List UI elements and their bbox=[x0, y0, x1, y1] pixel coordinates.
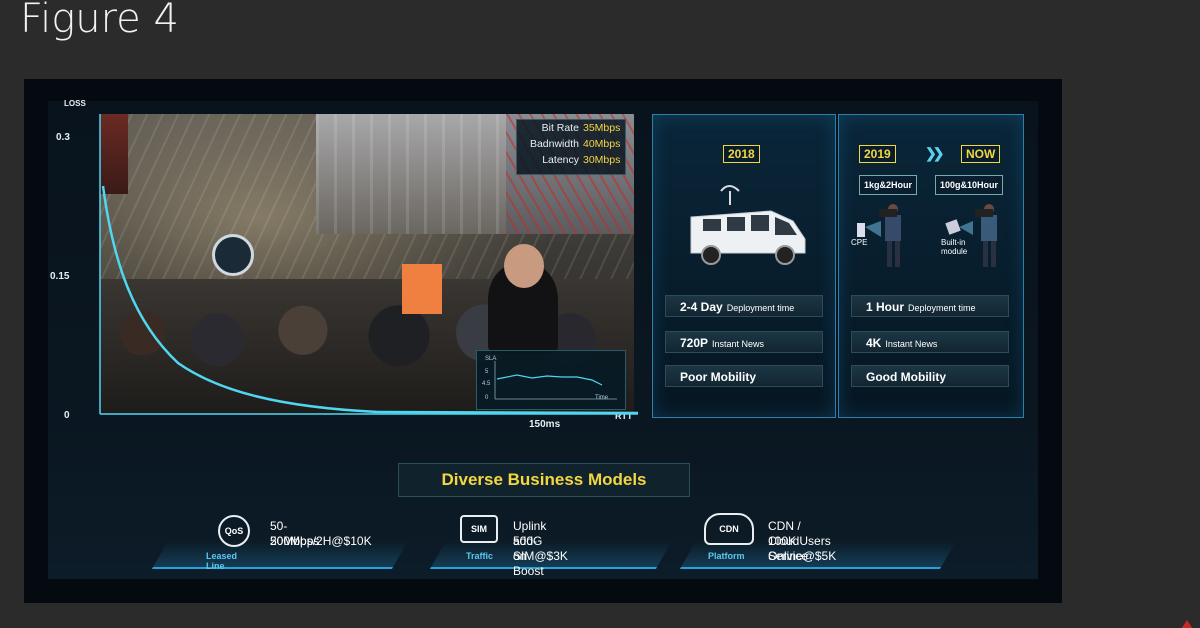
slide-content: LOSS 0.3 0.15 0 RTT 150ms Bit Rate 35Mbps… bbox=[48, 99, 1038, 579]
camera-operators-icon bbox=[857, 204, 997, 267]
metric-label: Bit Rate bbox=[541, 122, 579, 134]
row-sub: Instant News bbox=[885, 339, 938, 349]
metric-value: 40Mbps bbox=[583, 138, 621, 150]
row-deploy-now: 1 Hour Deployment time bbox=[851, 295, 1009, 317]
row-deploy-2018: 2-4 Day Deployment time bbox=[665, 295, 823, 317]
year-2019-badge: 2019 bbox=[859, 145, 896, 163]
sla-overlay: SLA 5 4.5 0 Time bbox=[476, 350, 626, 410]
year-now-badge: NOW bbox=[961, 145, 1001, 163]
row-main: 1 Hour bbox=[866, 300, 905, 314]
brand-logo-fragment bbox=[1181, 620, 1193, 628]
business-caption: Traffic bbox=[466, 551, 494, 561]
row-sub: Deployment time bbox=[726, 303, 795, 313]
row-main: Poor Mobility bbox=[680, 370, 756, 384]
broadcast-van-icon bbox=[690, 185, 806, 265]
tag-cpe-weight: 1kg&2Hour bbox=[859, 175, 918, 195]
year-2018-badge: 2018 bbox=[723, 145, 760, 163]
row-sub: Instant News bbox=[712, 339, 765, 349]
builtin-label: Built-in bbox=[941, 238, 966, 247]
row-main: 2-4 Day bbox=[680, 300, 723, 314]
row-main: Good Mobility bbox=[866, 370, 946, 384]
business-line2: 100K Users Online@$5K bbox=[768, 534, 837, 563]
qos-icon: QoS bbox=[218, 515, 250, 547]
cpe-label: CPE bbox=[851, 238, 868, 247]
chevron-right-icon: ❯❯ bbox=[925, 145, 945, 161]
row-mobility-2018: Poor Mobility bbox=[665, 365, 823, 387]
business-caption: Leased Line bbox=[206, 551, 238, 571]
panel-now: 2019 ❯❯ NOW 1kg&2Hour 100g&10Hour CPE Bu… bbox=[838, 114, 1024, 418]
row-main: 4K bbox=[866, 336, 882, 350]
metric-label: Latency bbox=[542, 154, 579, 166]
row-news-2018: 720P Instant News bbox=[665, 331, 823, 353]
cloud-server-icon: CDN bbox=[704, 513, 754, 545]
row-main: 720P bbox=[680, 336, 709, 350]
business-caption: Platform bbox=[708, 551, 745, 561]
stream-metrics-overlay: Bit Rate 35Mbps Badnwidth 40Mbps Latency 30… bbox=[516, 119, 626, 175]
module-label: module bbox=[941, 247, 968, 256]
row-mobility-now: Good Mobility bbox=[851, 365, 1009, 387]
business-line2: 500G SIM@$3K bbox=[513, 534, 568, 563]
metric-value: 35Mbps bbox=[583, 122, 621, 134]
sim-card-icon: SIM bbox=[460, 515, 498, 543]
sla-line bbox=[494, 361, 617, 400]
panel-2018: 2018 2-4 Day Deployment time 720P Instant … bbox=[652, 114, 836, 418]
tag-module-weight: 100g&10Hour bbox=[935, 175, 1004, 195]
slide-image: LOSS 0.3 0.15 0 RTT 150ms Bit Rate 35Mbps… bbox=[24, 79, 1062, 603]
business-line2: 50Mbps/2H@$10K bbox=[270, 534, 372, 548]
business-models-title: Diverse Business Models bbox=[398, 463, 690, 497]
metric-bandwidth: Badnwidth 40Mbps bbox=[517, 136, 625, 152]
row-news-now: 4K Instant News bbox=[851, 331, 1009, 353]
metric-label: Badnwidth bbox=[529, 138, 579, 150]
metric-latency: Latency 30Mbps bbox=[517, 152, 625, 168]
metric-bitrate: Bit Rate 35Mbps bbox=[517, 120, 625, 136]
row-sub: Deployment time bbox=[908, 303, 976, 313]
metric-value: 30Mbps bbox=[583, 154, 621, 166]
figure-title: Figure 4 bbox=[20, 0, 179, 42]
